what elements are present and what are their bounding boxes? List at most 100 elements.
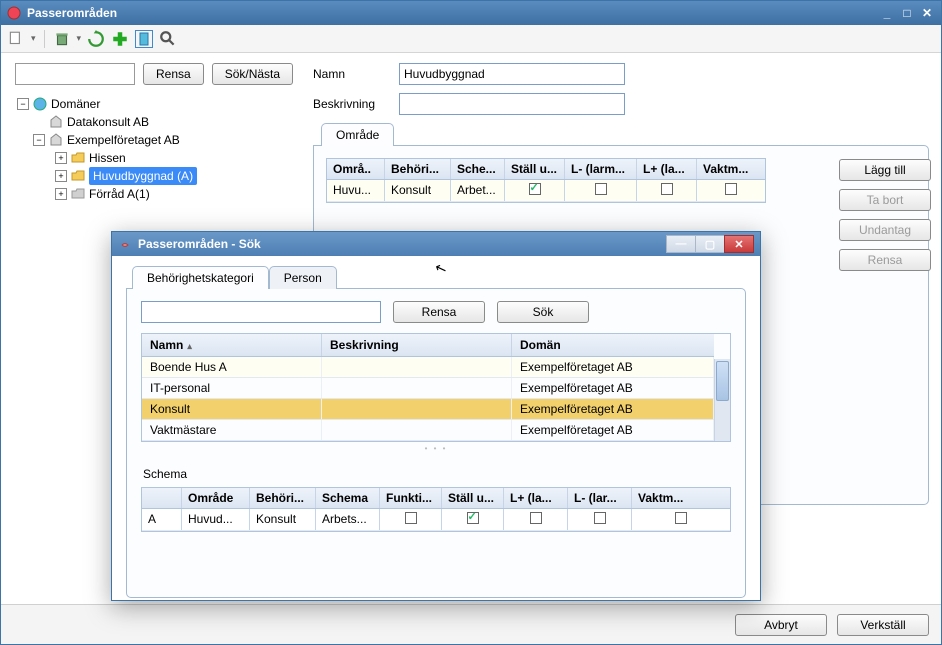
grid-row[interactable]: Boende Hus A Exempelföretaget AB xyxy=(142,357,714,378)
folder-icon xyxy=(71,169,85,183)
tree-clear-button[interactable]: Rensa xyxy=(143,63,204,85)
app-icon xyxy=(7,6,21,20)
trash-icon[interactable] xyxy=(53,30,71,48)
dialog-title: Passerområden - Sök xyxy=(138,237,261,251)
col-schema[interactable]: Schema xyxy=(316,488,380,508)
cell-checkbox[interactable] xyxy=(632,509,730,530)
dialog-close-icon[interactable]: ✕ xyxy=(724,235,754,253)
tree-search-button[interactable]: Sök/Nästa xyxy=(212,63,293,85)
expander-icon[interactable]: + xyxy=(55,188,67,200)
col-lplus[interactable]: L+ (la... xyxy=(637,159,697,179)
tree-node-selected[interactable]: + Huvudbyggnad (A) xyxy=(15,167,291,185)
tree-node[interactable]: + Hissen xyxy=(15,149,291,167)
scrollbar[interactable] xyxy=(714,359,730,441)
cell-checkbox[interactable] xyxy=(568,509,632,530)
col-omrade[interactable]: Områ.. xyxy=(327,159,385,179)
folder-grey-icon xyxy=(71,187,85,201)
dropdown-arrow-icon[interactable]: ▾ xyxy=(31,33,36,44)
col-namn[interactable]: Namn▴ xyxy=(142,334,322,356)
cell-checkbox[interactable] xyxy=(380,509,442,530)
add-button[interactable]: Lägg till xyxy=(839,159,931,181)
col-stall[interactable]: Ställ u... xyxy=(442,488,504,508)
cell-checkbox[interactable] xyxy=(504,509,568,530)
tab-omrade[interactable]: Område xyxy=(321,123,394,146)
tree-label: Exempelföretaget AB xyxy=(67,131,180,149)
cell: IT-personal xyxy=(142,378,322,398)
cell: Konsult xyxy=(250,509,316,530)
delete-button[interactable]: Ta bort xyxy=(839,189,931,211)
col-blank[interactable] xyxy=(142,488,182,508)
expander-icon[interactable]: + xyxy=(55,170,67,182)
tree-label: Förråd A(1) xyxy=(89,185,150,203)
undantag-button[interactable]: Undantag xyxy=(839,219,931,241)
new-icon[interactable] xyxy=(7,30,25,48)
dialog-minimize-icon[interactable]: — xyxy=(666,235,696,253)
refresh-icon[interactable] xyxy=(87,30,105,48)
cell-checkbox[interactable] xyxy=(505,180,565,201)
cell xyxy=(322,357,512,377)
col-lminus[interactable]: L- (larm... xyxy=(565,159,637,179)
category-grid[interactable]: Namn▴ Beskrivning Domän Boende Hus A Exe… xyxy=(141,333,731,442)
expander-icon[interactable]: − xyxy=(33,134,45,146)
tab-person[interactable]: Person xyxy=(269,266,337,289)
dialog-sok-button[interactable]: Sök xyxy=(497,301,589,323)
add-icon[interactable] xyxy=(111,30,129,48)
checkbox-icon xyxy=(529,183,541,195)
cell-checkbox[interactable] xyxy=(637,180,697,201)
splitter-dots[interactable]: • • • xyxy=(141,442,731,455)
dialog-maximize-icon[interactable]: ▢ xyxy=(695,235,725,253)
schema-grid[interactable]: Område Behöri... Schema Funkti... Ställ … xyxy=(141,487,731,532)
grid-row[interactable]: Vaktmästare Exempelföretaget AB xyxy=(142,420,714,441)
col-stall[interactable]: Ställ u... xyxy=(505,159,565,179)
checkbox-icon xyxy=(661,183,673,195)
close-icon[interactable]: ✕ xyxy=(919,6,935,20)
device-icon[interactable] xyxy=(135,30,153,48)
grid-row[interactable]: IT-personal Exempelföretaget AB xyxy=(142,378,714,399)
description-input[interactable] xyxy=(399,93,625,115)
grid-row-selected[interactable]: Konsult Exempelföretaget AB xyxy=(142,399,714,420)
cell-checkbox[interactable] xyxy=(442,509,504,530)
grid-row[interactable]: A Huvud... Konsult Arbets... xyxy=(142,509,730,531)
col-behorig[interactable]: Behöri... xyxy=(385,159,451,179)
verkstall-button[interactable]: Verkställ xyxy=(837,614,929,636)
col-vakt[interactable]: Vaktm... xyxy=(632,488,730,508)
col-vakt[interactable]: Vaktm... xyxy=(697,159,765,179)
tree-search-input[interactable] xyxy=(15,63,135,85)
name-input[interactable] xyxy=(399,63,625,85)
grid-row[interactable]: Huvu... Konsult Arbet... xyxy=(327,180,765,202)
cell-checkbox[interactable] xyxy=(565,180,637,201)
area-grid[interactable]: Områ.. Behöri... Sche... Ställ u... L- (… xyxy=(326,158,766,203)
grid-header: Namn▴ Beskrivning Domän xyxy=(142,334,714,357)
col-lminus[interactable]: L- (lar... xyxy=(568,488,632,508)
dialog-search-input[interactable] xyxy=(141,301,381,323)
search-icon[interactable] xyxy=(159,30,177,48)
col-beskrivning[interactable]: Beskrivning xyxy=(322,334,512,356)
cell: Huvu... xyxy=(327,180,385,201)
grid-header: Områ.. Behöri... Sche... Ställ u... L- (… xyxy=(327,159,765,180)
title-bar: Passerområden _ □ ✕ xyxy=(1,1,941,25)
avbryt-button[interactable]: Avbryt xyxy=(735,614,827,636)
col-lplus[interactable]: L+ (la... xyxy=(504,488,568,508)
col-doman[interactable]: Domän xyxy=(512,334,714,356)
dropdown-arrow-icon[interactable]: ▾ xyxy=(77,33,82,44)
col-omrade[interactable]: Område xyxy=(182,488,250,508)
domain-tree[interactable]: − Domäner Datakonsult AB − Exempelföreta… xyxy=(15,95,291,203)
minimize-icon[interactable]: _ xyxy=(879,6,895,20)
expander-icon[interactable]: − xyxy=(17,98,29,110)
tab-behorighetskategori[interactable]: Behörighetskategori xyxy=(132,266,269,289)
col-funkt[interactable]: Funkti... xyxy=(380,488,442,508)
tree-node[interactable]: + Förråd A(1) xyxy=(15,185,291,203)
expander-icon[interactable]: + xyxy=(55,152,67,164)
rensa-button[interactable]: Rensa xyxy=(839,249,931,271)
tree-node[interactable]: − Exempelföretaget AB xyxy=(15,131,291,149)
col-schema[interactable]: Sche... xyxy=(451,159,505,179)
tree-label: Datakonsult AB xyxy=(67,113,149,131)
tree-node[interactable]: Datakonsult AB xyxy=(15,113,291,131)
col-behorig[interactable]: Behöri... xyxy=(250,488,316,508)
cell-checkbox[interactable] xyxy=(697,180,765,201)
tree-root[interactable]: − Domäner xyxy=(15,95,291,113)
scroll-thumb[interactable] xyxy=(716,361,729,401)
maximize-icon[interactable]: □ xyxy=(899,6,915,20)
cell xyxy=(322,399,512,419)
dialog-rensa-button[interactable]: Rensa xyxy=(393,301,485,323)
